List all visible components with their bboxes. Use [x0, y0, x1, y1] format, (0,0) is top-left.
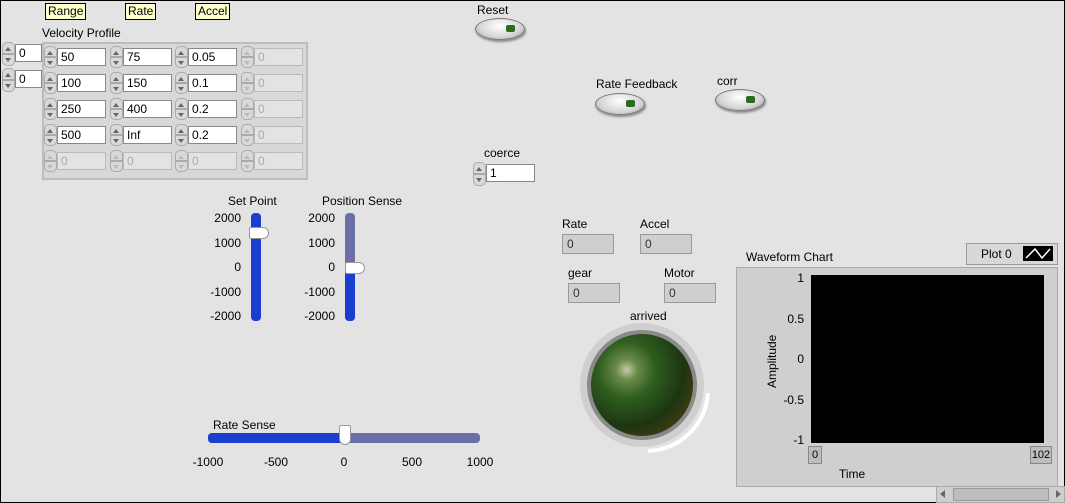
array-cell[interactable]: 100: [44, 72, 108, 94]
scale-tick-label: -1000: [210, 284, 241, 299]
coerce-label: coerce: [484, 146, 521, 160]
scale-tick-label: 1000: [308, 235, 335, 250]
rate-header: Rate: [125, 3, 157, 20]
array-cell: 0: [44, 150, 108, 172]
rate-sense-tick-label: 0: [340, 455, 348, 469]
y-tick-label: -0.5: [783, 392, 804, 407]
position-sense-fill: [345, 267, 355, 321]
scroll-left-icon[interactable]: [940, 490, 945, 498]
x-min-label[interactable]: 0: [808, 446, 822, 464]
array-cell[interactable]: 400: [110, 98, 174, 120]
rate-feedback-button[interactable]: [595, 93, 645, 115]
rate-feedback-label: Rate Feedback: [596, 77, 678, 91]
motor-indicator: 0: [664, 283, 716, 303]
rate-sense-tick-label: 1000: [466, 455, 494, 469]
position-sense-label: Position Sense: [322, 194, 403, 208]
rate-indicator: 0: [562, 234, 614, 254]
scale-tick-label: -2000: [304, 309, 335, 323]
array-cell[interactable]: 0.05: [175, 46, 239, 68]
reset-label: Reset: [477, 3, 509, 17]
accel-label: Accel: [640, 217, 670, 231]
y-tick-label: -1: [793, 433, 804, 447]
y-axis-label: Amplitude: [765, 334, 779, 388]
rate-sense-label: Rate Sense: [213, 418, 276, 432]
scroll-right-icon[interactable]: [1056, 490, 1061, 498]
y-tick-label: 1: [797, 271, 804, 285]
scale-tick-label: 0: [234, 260, 241, 274]
y-tick-label: 0.5: [787, 311, 804, 326]
array-cell[interactable]: 0.1: [175, 72, 239, 94]
reset-button[interactable]: [475, 18, 525, 40]
scale-tick-label: 1000: [214, 235, 241, 250]
rate-sense-tick-label: 500: [401, 455, 423, 469]
scale-tick-label: 0: [328, 260, 335, 274]
array-cell: 0: [241, 98, 305, 120]
arrived-label: arrived: [630, 309, 667, 323]
rate-sense-tick-label: -1000: [192, 455, 224, 469]
x-max-label[interactable]: 102: [1030, 446, 1052, 464]
rate-label: Rate: [562, 217, 588, 231]
x-axis-label: Time: [839, 467, 866, 481]
rate-sense-thumb[interactable]: [339, 425, 351, 445]
array-cell[interactable]: 250: [44, 98, 108, 120]
gear-indicator: 0: [568, 283, 620, 303]
range-header: Range: [45, 3, 87, 20]
scale-tick-label: -2000: [210, 309, 241, 323]
array-cell[interactable]: Inf: [110, 124, 174, 146]
array-cell[interactable]: 75: [110, 46, 174, 68]
plot-legend[interactable]: Plot 0: [966, 243, 1058, 265]
corr-button[interactable]: [715, 89, 765, 111]
array-cell: 0: [241, 124, 305, 146]
chart-scrollbar[interactable]: [936, 486, 1065, 503]
accel-header: Accel: [195, 3, 231, 20]
rate-sense-fill: [208, 433, 344, 443]
led-icon: [506, 25, 515, 32]
scale-tick-label: -1000: [304, 284, 335, 299]
corr-label: corr: [717, 74, 738, 88]
array-cell: 0: [175, 150, 239, 172]
array-cell[interactable]: 500: [44, 124, 108, 146]
gear-label: gear: [568, 266, 593, 280]
array-cell: 0: [241, 150, 305, 172]
array-cell: 0: [110, 150, 174, 172]
array-cell: 0: [241, 46, 305, 68]
led-icon: [746, 96, 755, 103]
chart-title: Waveform Chart: [746, 250, 833, 264]
set-point-slider-thumb[interactable]: [249, 227, 269, 240]
array-cell[interactable]: 50: [44, 46, 108, 68]
plot-style-icon: [1023, 246, 1053, 261]
plot-legend-label: Plot 0: [981, 247, 1012, 261]
array-cell[interactable]: 150: [110, 72, 174, 94]
scroll-thumb[interactable]: [953, 488, 1049, 501]
rate-sense-tick-label: -500: [263, 455, 289, 469]
scale-tick-label: 2000: [308, 211, 335, 225]
position-sense-thumb: [345, 262, 365, 274]
array-cell: 0: [241, 72, 305, 94]
scale-tick-label: 2000: [214, 211, 241, 225]
led-icon: [626, 100, 635, 107]
set-point-label: Set Point: [228, 194, 277, 208]
motor-label: Motor: [664, 266, 695, 280]
array-cell[interactable]: 0.2: [175, 124, 239, 146]
accel-indicator: 0: [640, 234, 692, 254]
plot-area[interactable]: [811, 275, 1044, 443]
array-cell[interactable]: 0.2: [175, 98, 239, 120]
velocity-profile-label: Velocity Profile: [42, 26, 121, 40]
arrived-led-icon: [580, 323, 710, 453]
